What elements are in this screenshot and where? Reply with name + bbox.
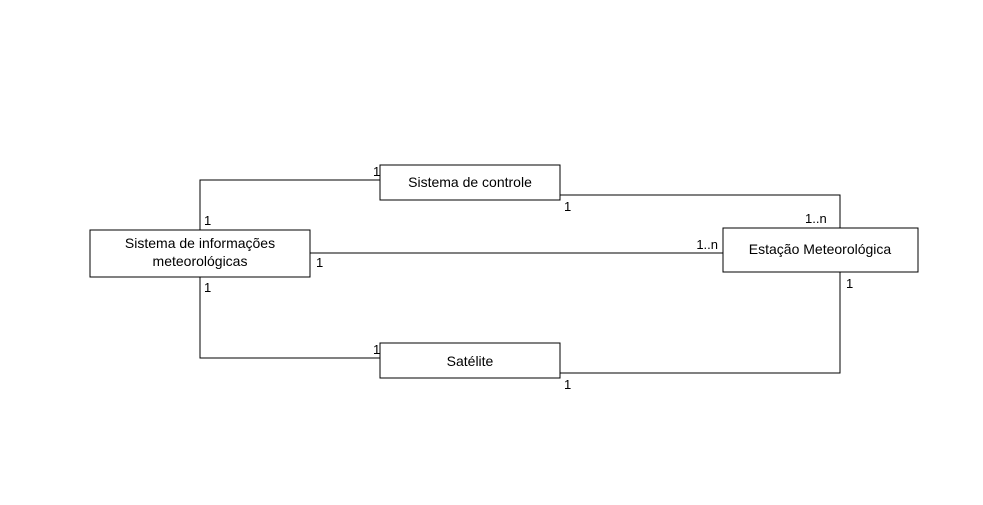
label-info-system-line2: meteorológicas xyxy=(153,253,248,269)
mult-satellite-right: 1 xyxy=(564,377,571,392)
edge-satellite-station xyxy=(560,272,840,373)
uml-diagram: Sistema de informações meteorológicas Si… xyxy=(0,0,983,505)
mult-control-right: 1 xyxy=(564,199,571,214)
mult-satellite-left: 1 xyxy=(373,342,380,357)
mult-info-mid: 1 xyxy=(316,255,323,270)
label-info-system-line1: Sistema de informações xyxy=(125,235,275,251)
mult-control-left: 1 xyxy=(373,164,380,179)
mult-station-mid: 1..n xyxy=(696,237,718,252)
mult-station-bot: 1 xyxy=(846,276,853,291)
label-weather-station: Estação Meteorológica xyxy=(749,241,892,257)
edge-info-control xyxy=(200,180,380,230)
edge-control-station xyxy=(560,195,840,228)
label-control-system: Sistema de controle xyxy=(408,174,532,190)
mult-info-top: 1 xyxy=(204,213,211,228)
mult-info-bot: 1 xyxy=(204,280,211,295)
mult-station-top: 1..n xyxy=(805,211,827,226)
label-satellite: Satélite xyxy=(447,353,494,369)
edge-info-satellite xyxy=(200,277,380,358)
